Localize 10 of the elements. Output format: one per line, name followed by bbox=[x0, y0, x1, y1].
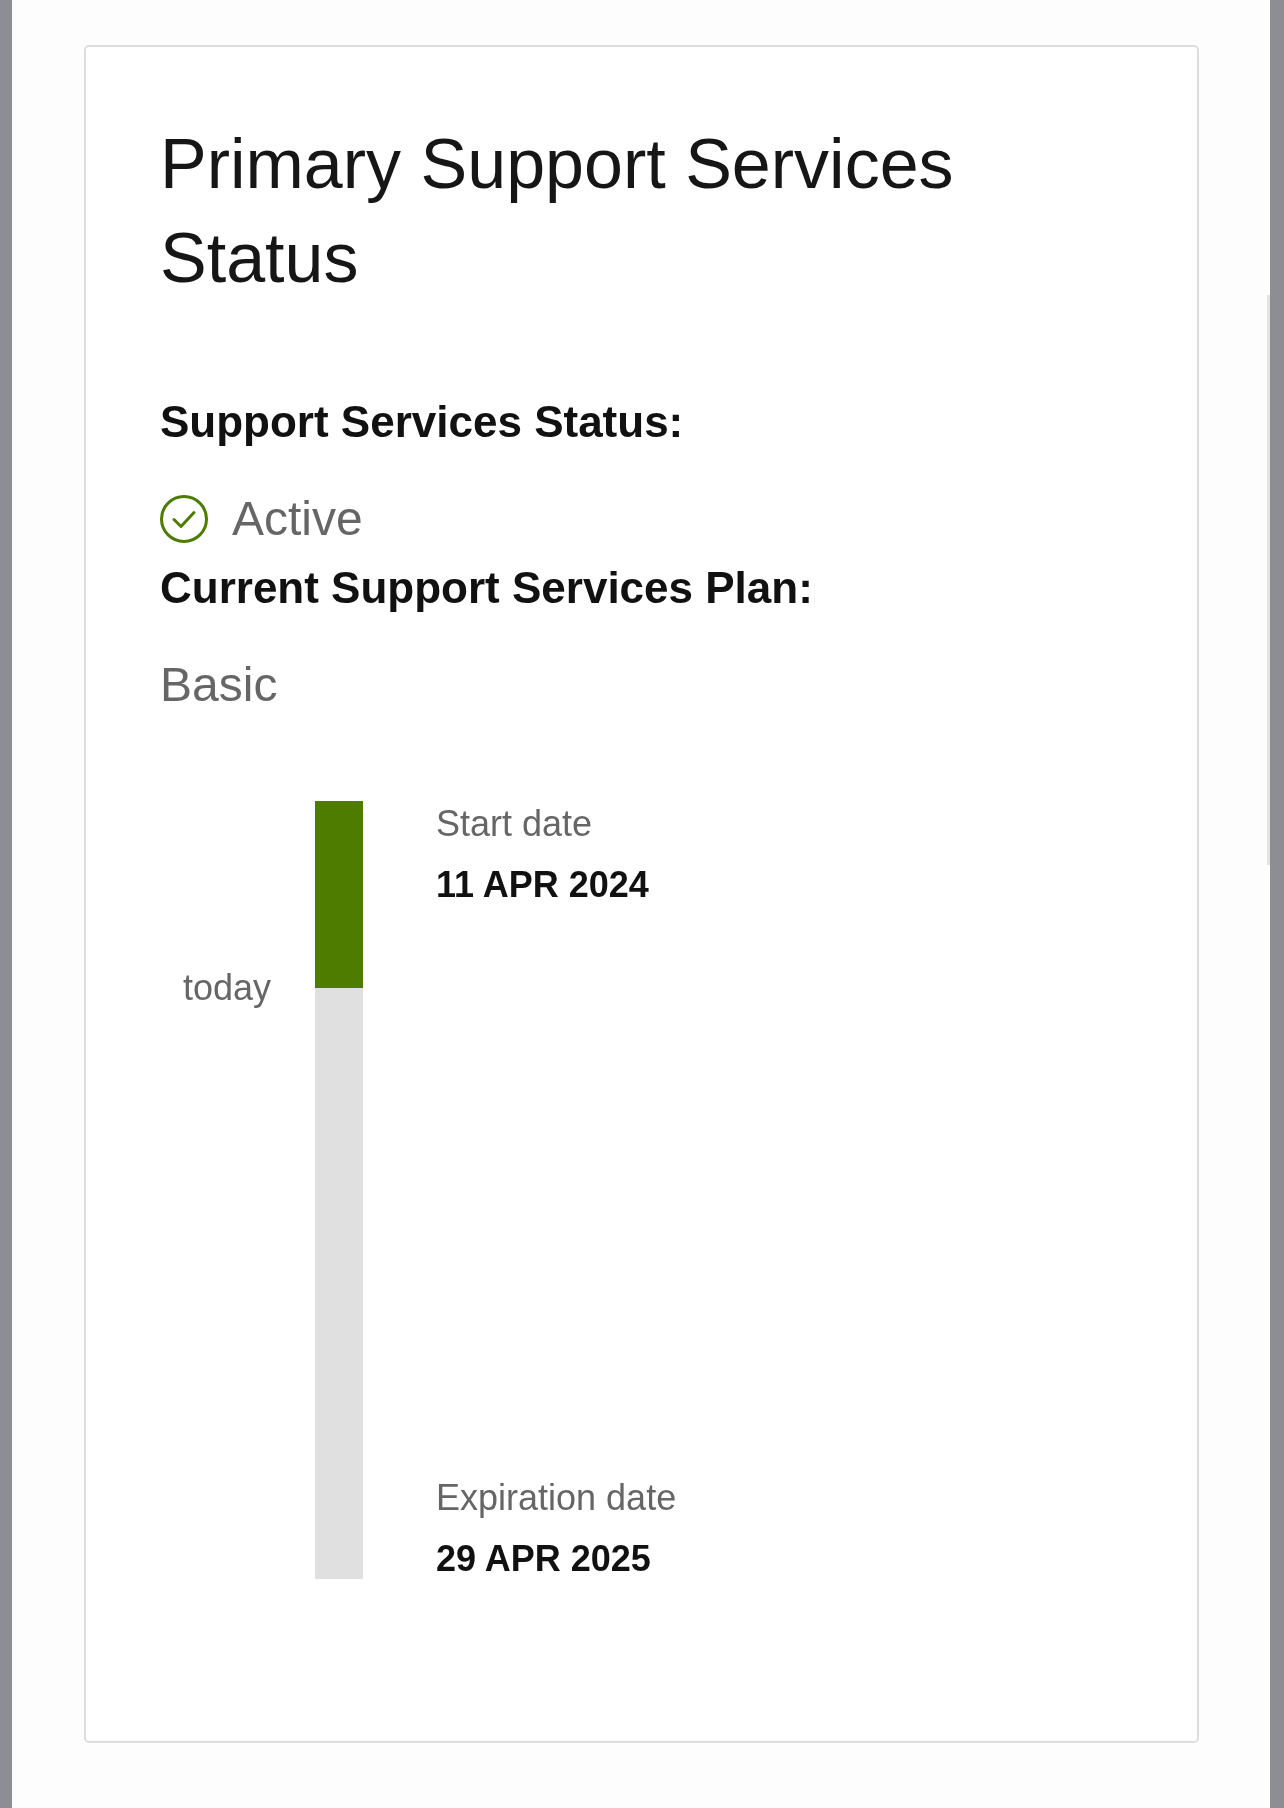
start-date-label: Start date bbox=[436, 804, 593, 844]
today-marker-label: today bbox=[182, 967, 271, 1008]
status-text: Active bbox=[232, 492, 363, 546]
section-label: Current Support Services Plan: bbox=[160, 563, 814, 613]
expiration-date-value: 29 APR 2025 bbox=[436, 1539, 651, 1579]
plan-name: Basic bbox=[160, 658, 278, 712]
section-label: Support Services Status: bbox=[160, 397, 685, 447]
expiration-date-label: Expiration date bbox=[436, 1478, 677, 1518]
card-title: Primary Support Services Status bbox=[160, 124, 955, 299]
start-date-value: 11 APR 2024 bbox=[436, 865, 649, 905]
